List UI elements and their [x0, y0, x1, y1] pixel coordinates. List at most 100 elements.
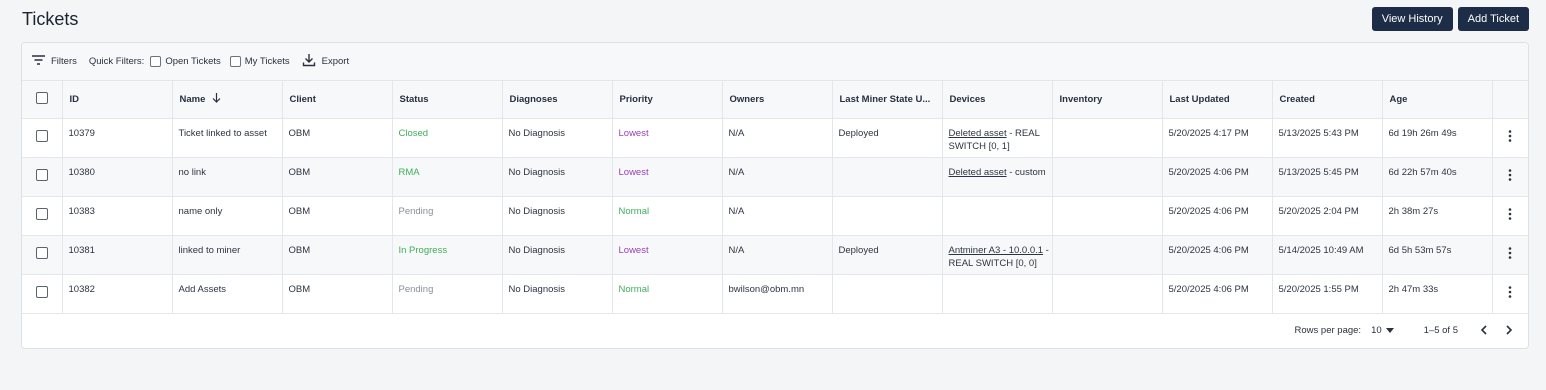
cell-owners: bwilson@obm.mn [722, 274, 833, 314]
table-row[interactable]: 10382 Add Assets OBM Pending No Diagnosis Nor… [22, 274, 1528, 314]
cell-client: OBM [282, 196, 393, 236]
device-link[interactable]: Deleted asset [949, 167, 1007, 178]
row-select-cell [22, 274, 63, 314]
cell-devices: Antminer A3 - 10.0.0.1 - REAL SWITCH [0,… [942, 235, 1053, 275]
cell-last-updated: 5/20/2025 4:17 PM [1162, 118, 1273, 158]
cell-status: Closed [392, 118, 503, 158]
cell-diagnoses: No Diagnosis [502, 274, 613, 314]
pagination-range: 1–5 of 5 [1423, 324, 1458, 336]
row-select-cell [22, 157, 63, 197]
column-header-inventory[interactable]: Inventory [1052, 81, 1163, 119]
cell-age: 6d 22h 57m 40s [1382, 157, 1493, 197]
column-header-client[interactable]: Client [282, 81, 393, 119]
row-menu-cell [1492, 235, 1528, 275]
more-vert-icon[interactable] [1508, 246, 1512, 259]
next-page-button[interactable] [1500, 321, 1518, 339]
select-all-checkbox[interactable] [35, 91, 48, 104]
column-header-created[interactable]: Created [1272, 81, 1383, 119]
cell-last-updated: 5/20/2025 4:06 PM [1162, 157, 1273, 197]
column-header-id[interactable]: ID [62, 81, 173, 119]
column-header-priority[interactable]: Priority [612, 81, 723, 119]
cell-inventory [1052, 157, 1163, 197]
table-row[interactable]: 10380 no link OBM RMA No Diagnosis Lowest N/A D… [22, 157, 1528, 197]
cell-status: RMA [392, 157, 503, 197]
row-checkbox[interactable] [35, 207, 48, 220]
column-header-devices[interactable]: Devices [942, 81, 1053, 119]
cell-id: 10379 [62, 118, 173, 158]
tickets-table: ID Name Client Status Diagnoses Priority… [22, 81, 1528, 314]
top-actions: View History Add Ticket [1371, 7, 1529, 31]
cell-last-updated: 5/20/2025 4:06 PM [1162, 196, 1273, 236]
rows-per-page-select[interactable]: 10 [1371, 325, 1394, 336]
row-checkbox[interactable] [35, 168, 48, 181]
cell-devices: Deleted asset - REAL SWITCH [0, 1] [942, 118, 1053, 158]
column-header-status[interactable]: Status [392, 81, 503, 119]
row-checkbox[interactable] [35, 285, 48, 298]
my-tickets-checkbox[interactable] [229, 56, 241, 67]
column-header-name-label: Name [179, 93, 206, 105]
cell-name: Ticket linked to asset [172, 118, 283, 158]
column-header-owners[interactable]: Owners [722, 81, 833, 119]
my-tickets-filter[interactable]: My Tickets [229, 56, 290, 67]
column-header-last-updated[interactable]: Last Updated [1162, 81, 1273, 119]
cell-created: 5/20/2025 1:55 PM [1272, 274, 1383, 314]
cell-priority: Lowest [612, 118, 723, 158]
row-select-cell [22, 196, 63, 236]
table-toolbar: Filters Quick Filters: Open Tickets My T… [22, 43, 1528, 81]
cell-priority: Lowest [612, 235, 723, 275]
my-tickets-label: My Tickets [244, 56, 290, 67]
row-menu-cell [1492, 118, 1528, 158]
cell-age: 6d 19h 26m 49s [1382, 118, 1493, 158]
table-row[interactable]: 10381 linked to miner OBM In Progress No Dia… [22, 235, 1528, 275]
cell-created: 5/20/2025 2:04 PM [1272, 196, 1383, 236]
download-icon [302, 53, 316, 70]
table-pagination: Rows per page: 10 1–5 of 5 [22, 312, 1528, 348]
cell-inventory [1052, 196, 1163, 236]
open-tickets-filter[interactable]: Open Tickets [150, 56, 221, 67]
cell-inventory [1052, 118, 1163, 158]
device-link[interactable]: Deleted asset [949, 128, 1007, 139]
more-vert-icon[interactable] [1508, 285, 1512, 298]
table-body: 10379 Ticket linked to asset OBM Closed No D… [22, 118, 1528, 314]
cell-name: name only [172, 196, 283, 236]
cell-name: linked to miner [172, 235, 283, 275]
column-header-age[interactable]: Age [1382, 81, 1493, 119]
table-row[interactable]: 10379 Ticket linked to asset OBM Closed No D… [22, 118, 1528, 158]
chevron-left-icon [1480, 325, 1487, 335]
cell-owners: N/A [722, 196, 833, 236]
open-tickets-checkbox[interactable] [150, 56, 162, 67]
more-vert-icon[interactable] [1508, 207, 1512, 220]
quick-filters-label: Quick Filters: [88, 56, 145, 67]
cell-owners: N/A [722, 235, 833, 275]
device-detail: - custom [1006, 166, 1046, 178]
cell-last-miner-state: Deployed [832, 118, 943, 158]
previous-page-button[interactable] [1474, 321, 1492, 339]
cell-inventory [1052, 235, 1163, 275]
cell-last-miner-state [832, 274, 943, 314]
filters-button[interactable]: Filters [32, 55, 77, 68]
column-header-last-miner-state[interactable]: Last Miner State U... [832, 81, 943, 119]
more-vert-icon[interactable] [1508, 168, 1512, 181]
add-ticket-button[interactable]: Add Ticket [1457, 7, 1529, 31]
filters-label: Filters [51, 56, 77, 67]
cell-devices [942, 274, 1053, 314]
device-link[interactable]: Antminer A3 - 10.0.0.1 [949, 245, 1044, 256]
cell-created: 5/13/2025 5:43 PM [1272, 118, 1383, 158]
cell-id: 10381 [62, 235, 173, 275]
column-header-diagnoses[interactable]: Diagnoses [502, 81, 613, 119]
row-select-cell [22, 235, 63, 275]
cell-id: 10382 [62, 274, 173, 314]
table-row[interactable]: 10383 name only OBM Pending No Diagnosis Norm… [22, 196, 1528, 236]
column-header-actions [1492, 81, 1528, 119]
cell-diagnoses: No Diagnosis [502, 196, 613, 236]
table-header-row: ID Name Client Status Diagnoses Priority… [22, 81, 1528, 119]
row-checkbox[interactable] [35, 129, 48, 142]
row-menu-cell [1492, 196, 1528, 236]
row-checkbox[interactable] [35, 246, 48, 259]
view-history-button[interactable]: View History [1371, 7, 1453, 31]
export-label: Export [321, 56, 350, 67]
export-button[interactable]: Export [302, 53, 349, 70]
more-vert-icon[interactable] [1508, 129, 1512, 142]
column-header-name[interactable]: Name [172, 81, 283, 119]
row-menu-cell [1492, 157, 1528, 197]
